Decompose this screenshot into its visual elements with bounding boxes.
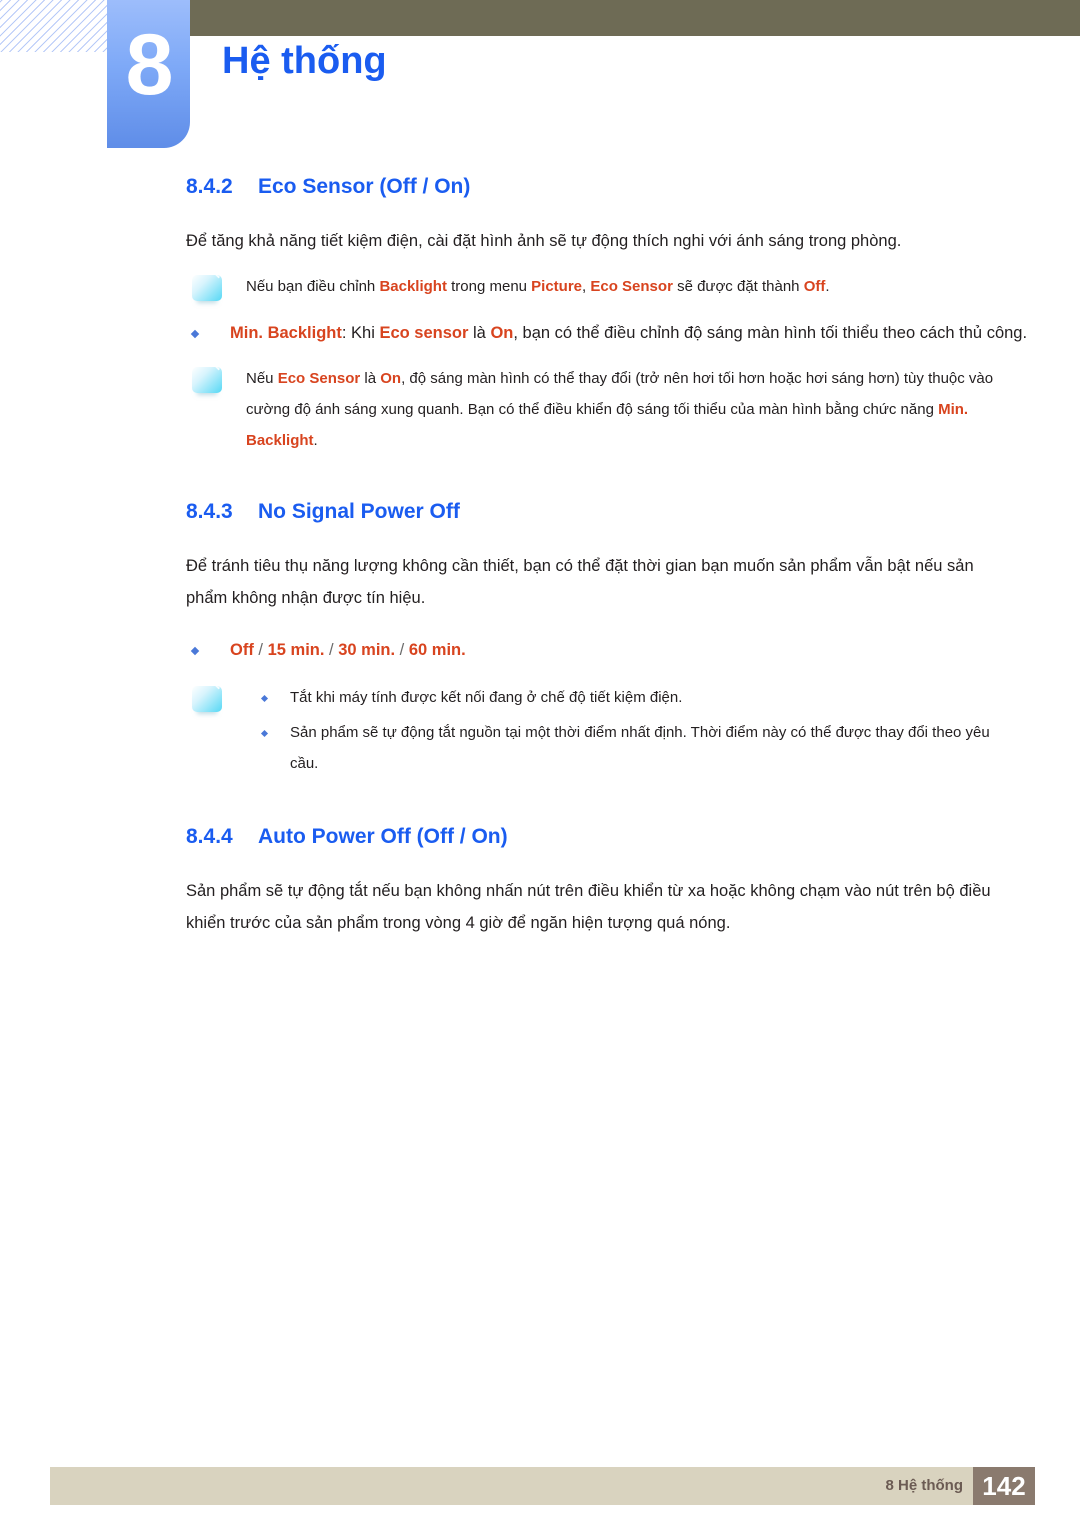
section-intro-paragraph: Để tránh tiêu thụ năng lượng không cần t… [186, 557, 974, 607]
note-block-no-signal: Tắt khi máy tính được kết nối đang ở chế… [186, 682, 994, 779]
note-text: Tắt khi máy tính được kết nối đang ở chế… [246, 682, 994, 779]
keyword-eco-sensor: Eco Sensor [590, 278, 673, 295]
note-icon [192, 686, 222, 712]
section-heading-8-4-4: 8.4.4 Auto Power Off (Off / On) [186, 825, 1080, 849]
option-15-min: 15 min. [267, 641, 325, 659]
option-separator: / [395, 641, 409, 659]
bullet-min-backlight: Min. Backlight: Khi Eco sensor là On, bạ… [186, 317, 1038, 349]
section-heading-8-4-3: 8.4.3 No Signal Power Off [186, 500, 1080, 524]
footer-chapter-label: 8 Hệ thống [885, 1477, 964, 1494]
keyword-min-backlight: Min. Backlight [230, 324, 342, 342]
keyword-off: Off [803, 278, 826, 295]
section-heading-8-4-2: 8.4.2 Eco Sensor (Off / On) [186, 175, 1080, 199]
note-text-part: Nếu [246, 370, 278, 387]
bullet-power-off-options: Off / 15 min. / 30 min. / 60 min. [186, 634, 1038, 666]
section-8-4-4: 8.4.4 Auto Power Off (Off / On) Sản phẩm … [0, 825, 1080, 939]
note-block-backlight: Nếu bạn điều chỉnh Backlight trong menu … [186, 271, 994, 305]
keyword-eco-sensor: Eco Sensor [277, 370, 361, 387]
note-icon [192, 275, 222, 301]
page-number: 142 [973, 1467, 1035, 1505]
option-off: Off [230, 641, 254, 659]
page-footer: 8 Hệ thống 142 [50, 1467, 1035, 1505]
keyword-backlight: Backlight [379, 278, 447, 295]
note-list-item: Sản phẩm sẽ tự động tắt nguồn tại một th… [246, 717, 994, 779]
section-title: Eco Sensor (Off / On) [258, 175, 471, 198]
bullet-text-part: là [468, 324, 491, 342]
note-icon [192, 367, 222, 393]
section-intro-paragraph: Để tăng khả năng tiết kiệm điện, cài đặt… [186, 232, 902, 250]
note-text-part: sẽ được đặt thành [672, 278, 804, 295]
keyword-eco-sensor: Eco sensor [379, 324, 469, 342]
option-separator: / [253, 641, 268, 659]
chapter-number: 8 [125, 17, 174, 113]
section-title: No Signal Power Off [258, 500, 460, 523]
option-30-min: 30 min. [338, 641, 396, 659]
note-text-part: . [313, 432, 318, 449]
note-text-part: là [360, 370, 381, 387]
option-separator: / [324, 641, 339, 659]
note-text-part: trong menu [446, 278, 532, 295]
chapter-number-badge: 8 [107, 0, 190, 148]
decorative-hatch-pattern [0, 0, 112, 52]
keyword-on: On [490, 324, 514, 342]
note-text-part: . [825, 278, 830, 295]
note-text: Nếu Eco Sensor là On, độ sáng màn hình c… [246, 363, 994, 456]
note-block-eco-sensor: Nếu Eco Sensor là On, độ sáng màn hình c… [186, 363, 994, 456]
note-text-part: Nếu bạn điều chỉnh [246, 278, 380, 295]
section-number: 8.4.2 [186, 175, 233, 198]
note-list-item: Tắt khi máy tính được kết nối đang ở chế… [246, 682, 994, 713]
header-olive-bar [190, 0, 1080, 36]
keyword-on: On [380, 370, 402, 387]
section-8-4-2: 8.4.2 Eco Sensor (Off / On) Để tăng khả n… [0, 175, 1080, 456]
section-number: 8.4.4 [186, 825, 233, 848]
section-number: 8.4.3 [186, 500, 233, 523]
bullet-text-part: , bạn có thể điều chỉnh độ sáng màn hình… [513, 324, 1028, 342]
section-intro-paragraph: Sản phẩm sẽ tự động tắt nếu bạn không nh… [186, 882, 991, 932]
option-60-min: 60 min. [408, 641, 466, 659]
section-8-4-3: 8.4.3 No Signal Power Off Để tránh tiêu t… [0, 500, 1080, 779]
keyword-picture: Picture [531, 278, 583, 295]
page-content: 8.4.2 Eco Sensor (Off / On) Để tăng khả n… [0, 175, 1080, 941]
bullet-text-part: : Khi [341, 324, 380, 342]
note-text: Nếu bạn điều chỉnh Backlight trong menu … [246, 271, 994, 302]
section-title: Auto Power Off (Off / On) [258, 825, 508, 848]
page-header: 8 Hệ thống [0, 0, 1080, 175]
chapter-title: Hệ thống [222, 40, 387, 82]
